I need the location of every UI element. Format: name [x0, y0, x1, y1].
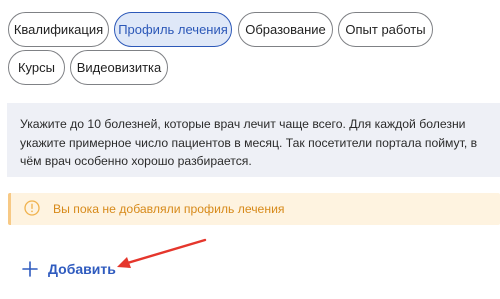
info-circle-icon [24, 200, 40, 216]
info-text: Укажите до 10 болезней, которые врач леч… [20, 117, 478, 168]
tab-work-experience[interactable]: Опыт работы [338, 12, 433, 47]
tab-video-card[interactable]: Видеовизитка [70, 50, 168, 85]
red-arrow-icon [117, 238, 207, 268]
tab-qualification[interactable]: Квалификация [8, 12, 109, 47]
empty-notice-text: Вы пока не добавляли профиль лечения [53, 202, 285, 216]
tab-courses[interactable]: Курсы [8, 50, 65, 85]
empty-notice: Вы пока не добавляли профиль лечения [8, 193, 500, 225]
info-box: Укажите до 10 болезней, которые врач леч… [7, 103, 500, 177]
plus-icon [22, 261, 38, 277]
tab-treatment-profile[interactable]: Профиль лечения [114, 12, 232, 47]
add-button-label: Добавить [48, 261, 116, 277]
add-button[interactable]: Добавить [22, 258, 116, 280]
tab-education[interactable]: Образование [238, 12, 333, 47]
